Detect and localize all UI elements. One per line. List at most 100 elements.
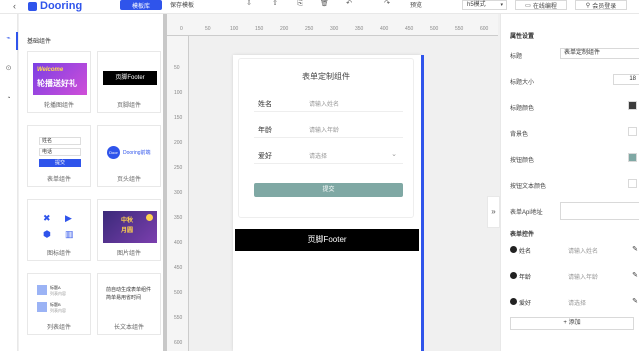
carousel-component-card[interactable]: Welcome 轮播送好礼 轮播图组件: [27, 51, 91, 113]
phone-scrollbar[interactable]: [421, 55, 424, 351]
ruler-tick-label: 150: [255, 26, 264, 32]
ruler-tick-label: 350: [355, 26, 364, 32]
footer-component-preview[interactable]: 页脚Footer: [235, 229, 419, 251]
template-library-button[interactable]: 模板库: [120, 0, 162, 10]
remove-circle-icon[interactable]: [510, 272, 517, 279]
carousel-thumb-text2: 轮播送好礼: [37, 79, 77, 88]
layout-icon[interactable]: ⌁: [4, 34, 13, 43]
delete-icon[interactable]: 🗑: [320, 0, 329, 8]
form-row-placeholder: 请选择: [309, 154, 328, 160]
form-row-age[interactable]: 年龄 请输入年龄: [254, 120, 403, 138]
undo-icon[interactable]: ↶: [345, 0, 353, 8]
logo: Dooring: [28, 0, 82, 12]
edit-icon[interactable]: ✎: [632, 271, 638, 279]
long-text-thumb-text: 前自动生成表单组件简单易用省时间: [106, 287, 152, 301]
ruler-tick-label: 400: [174, 240, 183, 246]
card-label: 列表组件: [46, 325, 71, 331]
icon-thumbnail: ✖ ▶ ⬢ ▥: [33, 211, 87, 243]
card-label: 长文本组件: [113, 325, 144, 331]
control-row-hobby: 爱好 请选择 ✎: [510, 296, 638, 308]
copy-icon[interactable]: ⎘: [296, 0, 304, 8]
member-login-button[interactable]: ⚲ 会员登录: [575, 0, 627, 10]
btn-color-swatch[interactable]: [628, 153, 637, 162]
ruler-tick-label: 250: [305, 26, 314, 32]
save-template-button[interactable]: 保存模板: [170, 0, 194, 9]
bg-color-swatch[interactable]: [628, 127, 637, 136]
image-thumb-text2: 月圆: [121, 228, 134, 234]
form-component-preview[interactable]: 表单定制组件 姓名 请输入姓名 年龄 请输入年龄 爱好 请选择 ⌄ 提交: [238, 58, 414, 218]
component-library: 基础组件 Welcome 轮播送好礼 轮播图组件 页脚Footer 页脚组件 姓…: [19, 14, 166, 351]
collapse-panel-button[interactable]: »: [487, 196, 500, 228]
form-row-label: 姓名: [258, 101, 272, 108]
form-row-hobby[interactable]: 爱好 请选择 ⌄: [254, 146, 403, 164]
code-icon: ▭: [525, 2, 531, 9]
btn-text-color-swatch[interactable]: [628, 179, 637, 188]
title-color-label: 标题颜色: [510, 106, 535, 112]
control-name: 姓名: [519, 249, 532, 255]
control-placeholder: 请输入年龄: [568, 275, 599, 281]
form-thumbnail: 姓名 电话 提交: [33, 137, 87, 169]
properties-title: 属性设置: [510, 34, 535, 40]
list-thumb-content-b: 列表内容: [50, 308, 66, 313]
list-thumb-content-a: 列表内容: [50, 291, 66, 296]
card-label: 轮播图组件: [43, 103, 74, 109]
ruler-tick-label: 350: [174, 215, 183, 221]
ruler-tick-label: 50: [174, 65, 180, 71]
chevron-down-icon: ▾: [500, 2, 503, 8]
chevron-down-icon: ⌄: [391, 151, 397, 158]
btn-text-color-label: 按钮文本颜色: [510, 184, 547, 190]
top-toolbar: ‹ Dooring 模板库 保存模板 ⇩ ⇧ ⎘ 🗑 ↶ ↷ 预览 h5模式 ▾…: [0, 0, 639, 14]
redo-icon[interactable]: ↷: [383, 0, 391, 8]
form-submit-button[interactable]: 提交: [254, 183, 403, 197]
image-component-card[interactable]: 中秋 月圆 图片组件: [97, 199, 161, 261]
list-thumbnail: 标题A 列表内容 标题B 列表内容: [33, 285, 87, 317]
ruler-tick-label: 100: [230, 26, 239, 32]
edit-icon[interactable]: ✎: [632, 245, 638, 253]
upload-icon[interactable]: ⇧: [271, 0, 279, 8]
download-icon[interactable]: ⇩: [245, 0, 253, 8]
add-control-button[interactable]: + 添加: [510, 317, 634, 330]
title-label: 标题: [510, 54, 523, 60]
icon-component-card[interactable]: ✖ ▶ ⬢ ▥ 图标组件: [27, 199, 91, 261]
title-size-input[interactable]: 18: [613, 74, 639, 85]
api-label: 表单Api地址: [510, 210, 543, 216]
title-input[interactable]: 表单定制组件: [560, 48, 639, 59]
title-color-swatch[interactable]: [628, 101, 637, 110]
library-title: 基础组件: [27, 39, 52, 45]
api-input[interactable]: [560, 202, 639, 220]
long-text-thumbnail: 前自动生成表单组件简单易用省时间: [103, 285, 157, 317]
footer-thumb-text: 页脚Footer: [103, 71, 157, 85]
control-placeholder: 请输入姓名: [568, 249, 599, 255]
vertical-ruler: 50 100 150 200 250 300 350 400 450 500 550 600: [167, 36, 189, 351]
header-thumbnail: Door Dooring前端: [103, 137, 157, 169]
ruler-tick-label: 150: [174, 115, 183, 121]
preview-button[interactable]: 预览: [410, 0, 422, 9]
horizontal-ruler: 0 50 100 150 200 250 300 350 400 450 500 550 600: [167, 14, 498, 36]
remove-circle-icon[interactable]: [510, 298, 517, 305]
bg-color-label: 背景色: [510, 132, 529, 138]
edit-icon[interactable]: ✎: [632, 297, 638, 305]
footer-component-card[interactable]: 页脚Footer 页脚组件: [97, 51, 161, 113]
list-component-card[interactable]: 标题A 列表内容 标题B 列表内容 列表组件: [27, 273, 91, 335]
form-row-name[interactable]: 姓名 请输入姓名: [254, 94, 403, 112]
remove-circle-icon[interactable]: [510, 246, 517, 253]
control-name: 年龄: [519, 275, 532, 281]
long-text-component-card[interactable]: 前自动生成表单组件简单易用省时间 长文本组件: [97, 273, 161, 335]
back-arrow-icon[interactable]: ‹: [13, 1, 16, 11]
ruler-tick-label: 200: [280, 26, 289, 32]
header-component-card[interactable]: Door Dooring前端 页头组件: [97, 125, 161, 187]
online-code-button[interactable]: ▭ 在线编程: [515, 0, 567, 10]
clock-icon[interactable]: ◔: [4, 94, 13, 103]
play-circle-icon[interactable]: ⊙: [4, 64, 13, 73]
form-row-label: 爱好: [258, 153, 272, 160]
image-thumbnail: 中秋 月圆: [103, 211, 157, 243]
form-component-card[interactable]: 姓名 电话 提交 表单组件: [27, 125, 91, 187]
header-thumb-logo: Door: [107, 146, 120, 159]
location-icon: ⚲: [585, 2, 591, 9]
mode-select[interactable]: h5模式 ▾: [462, 0, 507, 10]
form-thumb-phone: 电话: [39, 148, 81, 156]
ruler-tick-label: 600: [174, 340, 183, 346]
control-placeholder: 请选择: [568, 301, 587, 307]
form-row-label: 年龄: [258, 127, 272, 134]
dooring-logo-icon: [28, 1, 37, 11]
